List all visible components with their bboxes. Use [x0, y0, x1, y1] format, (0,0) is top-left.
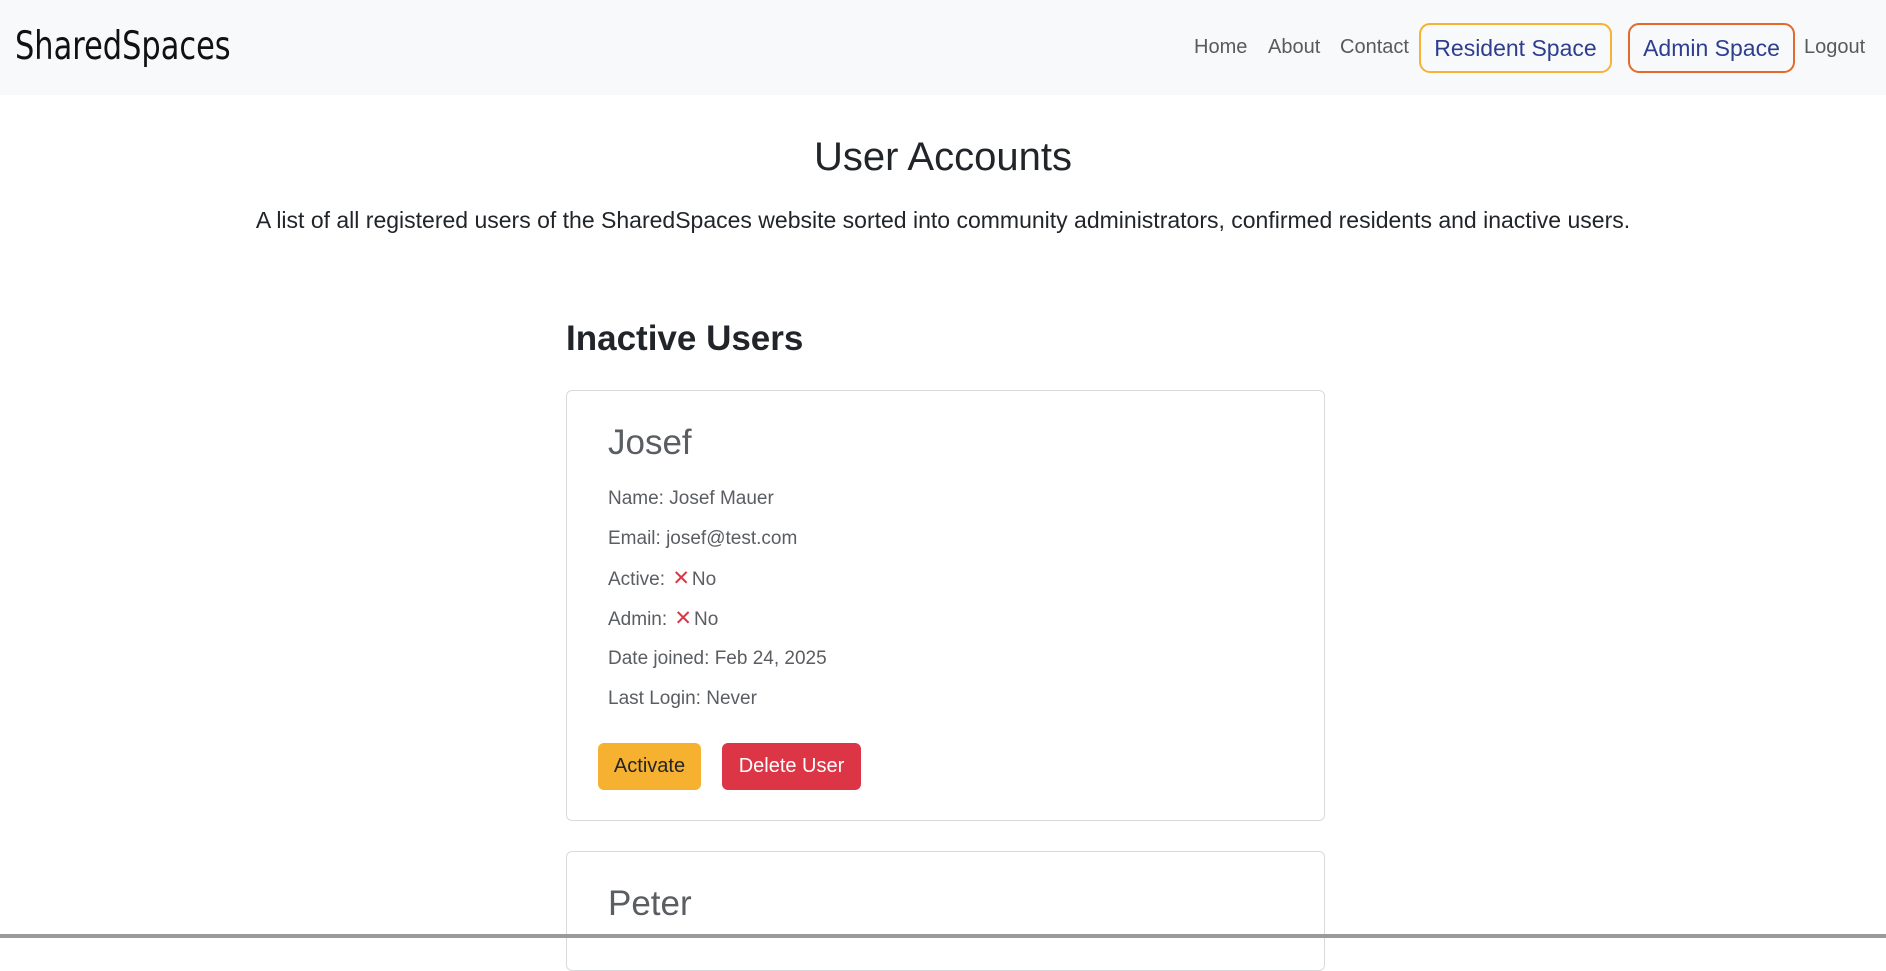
window-bottom-edge	[0, 934, 1886, 938]
user-name-value: Josef Mauer	[669, 488, 774, 509]
page-title: User Accounts	[814, 135, 1072, 179]
user-card: Peter	[566, 851, 1325, 971]
admin-space-button[interactable]: Admin Space	[1628, 23, 1795, 73]
brand-logo[interactable]: SharedSpaces	[15, 22, 231, 72]
activate-button[interactable]: Activate	[598, 743, 701, 790]
x-icon: ✕	[672, 567, 690, 590]
user-card: Josef Name: Josef Mauer Email: josef@tes…	[566, 390, 1325, 821]
user-active-label: Active:	[608, 569, 666, 590]
nav-contact-link[interactable]: Contact	[1340, 35, 1409, 59]
page-description: A list of all registered users of the Sh…	[255, 207, 1631, 233]
user-admin-label: Admin:	[608, 609, 668, 630]
user-name-field: Name: Josef Mauer	[608, 487, 774, 511]
resident-space-button[interactable]: Resident Space	[1419, 23, 1612, 73]
user-date-joined-field: Date joined: Feb 24, 2025	[608, 647, 827, 671]
user-email-label: Email:	[608, 528, 661, 549]
user-date-joined-value: Feb 24, 2025	[714, 648, 827, 669]
nav-logout-link[interactable]: Logout	[1804, 35, 1865, 59]
user-card-title: Josef	[608, 423, 692, 462]
user-admin-field: Admin: ✕ No	[608, 607, 718, 632]
user-email-value: josef@test.com	[666, 528, 798, 549]
user-last-login-field: Last Login: Never	[608, 687, 757, 711]
user-name-label: Name:	[608, 488, 664, 509]
x-icon: ✕	[674, 607, 693, 630]
nav-about-link[interactable]: About	[1268, 35, 1320, 59]
nav-home-link[interactable]: Home	[1194, 35, 1247, 59]
user-active-field: Active: ✕ No	[608, 567, 716, 592]
user-card-title: Peter	[608, 884, 692, 923]
user-admin-value: No	[694, 609, 719, 630]
user-email-field: Email: josef@test.com	[608, 527, 797, 551]
navbar: SharedSpaces Home About Contact Resident…	[0, 0, 1886, 95]
delete-user-button[interactable]: Delete User	[722, 743, 861, 790]
user-last-login-label: Last Login:	[608, 688, 701, 709]
user-date-joined-label: Date joined:	[608, 648, 710, 669]
user-last-login-value: Never	[706, 688, 757, 709]
inactive-users-heading: Inactive Users	[566, 319, 804, 358]
user-active-value: No	[691, 569, 717, 590]
